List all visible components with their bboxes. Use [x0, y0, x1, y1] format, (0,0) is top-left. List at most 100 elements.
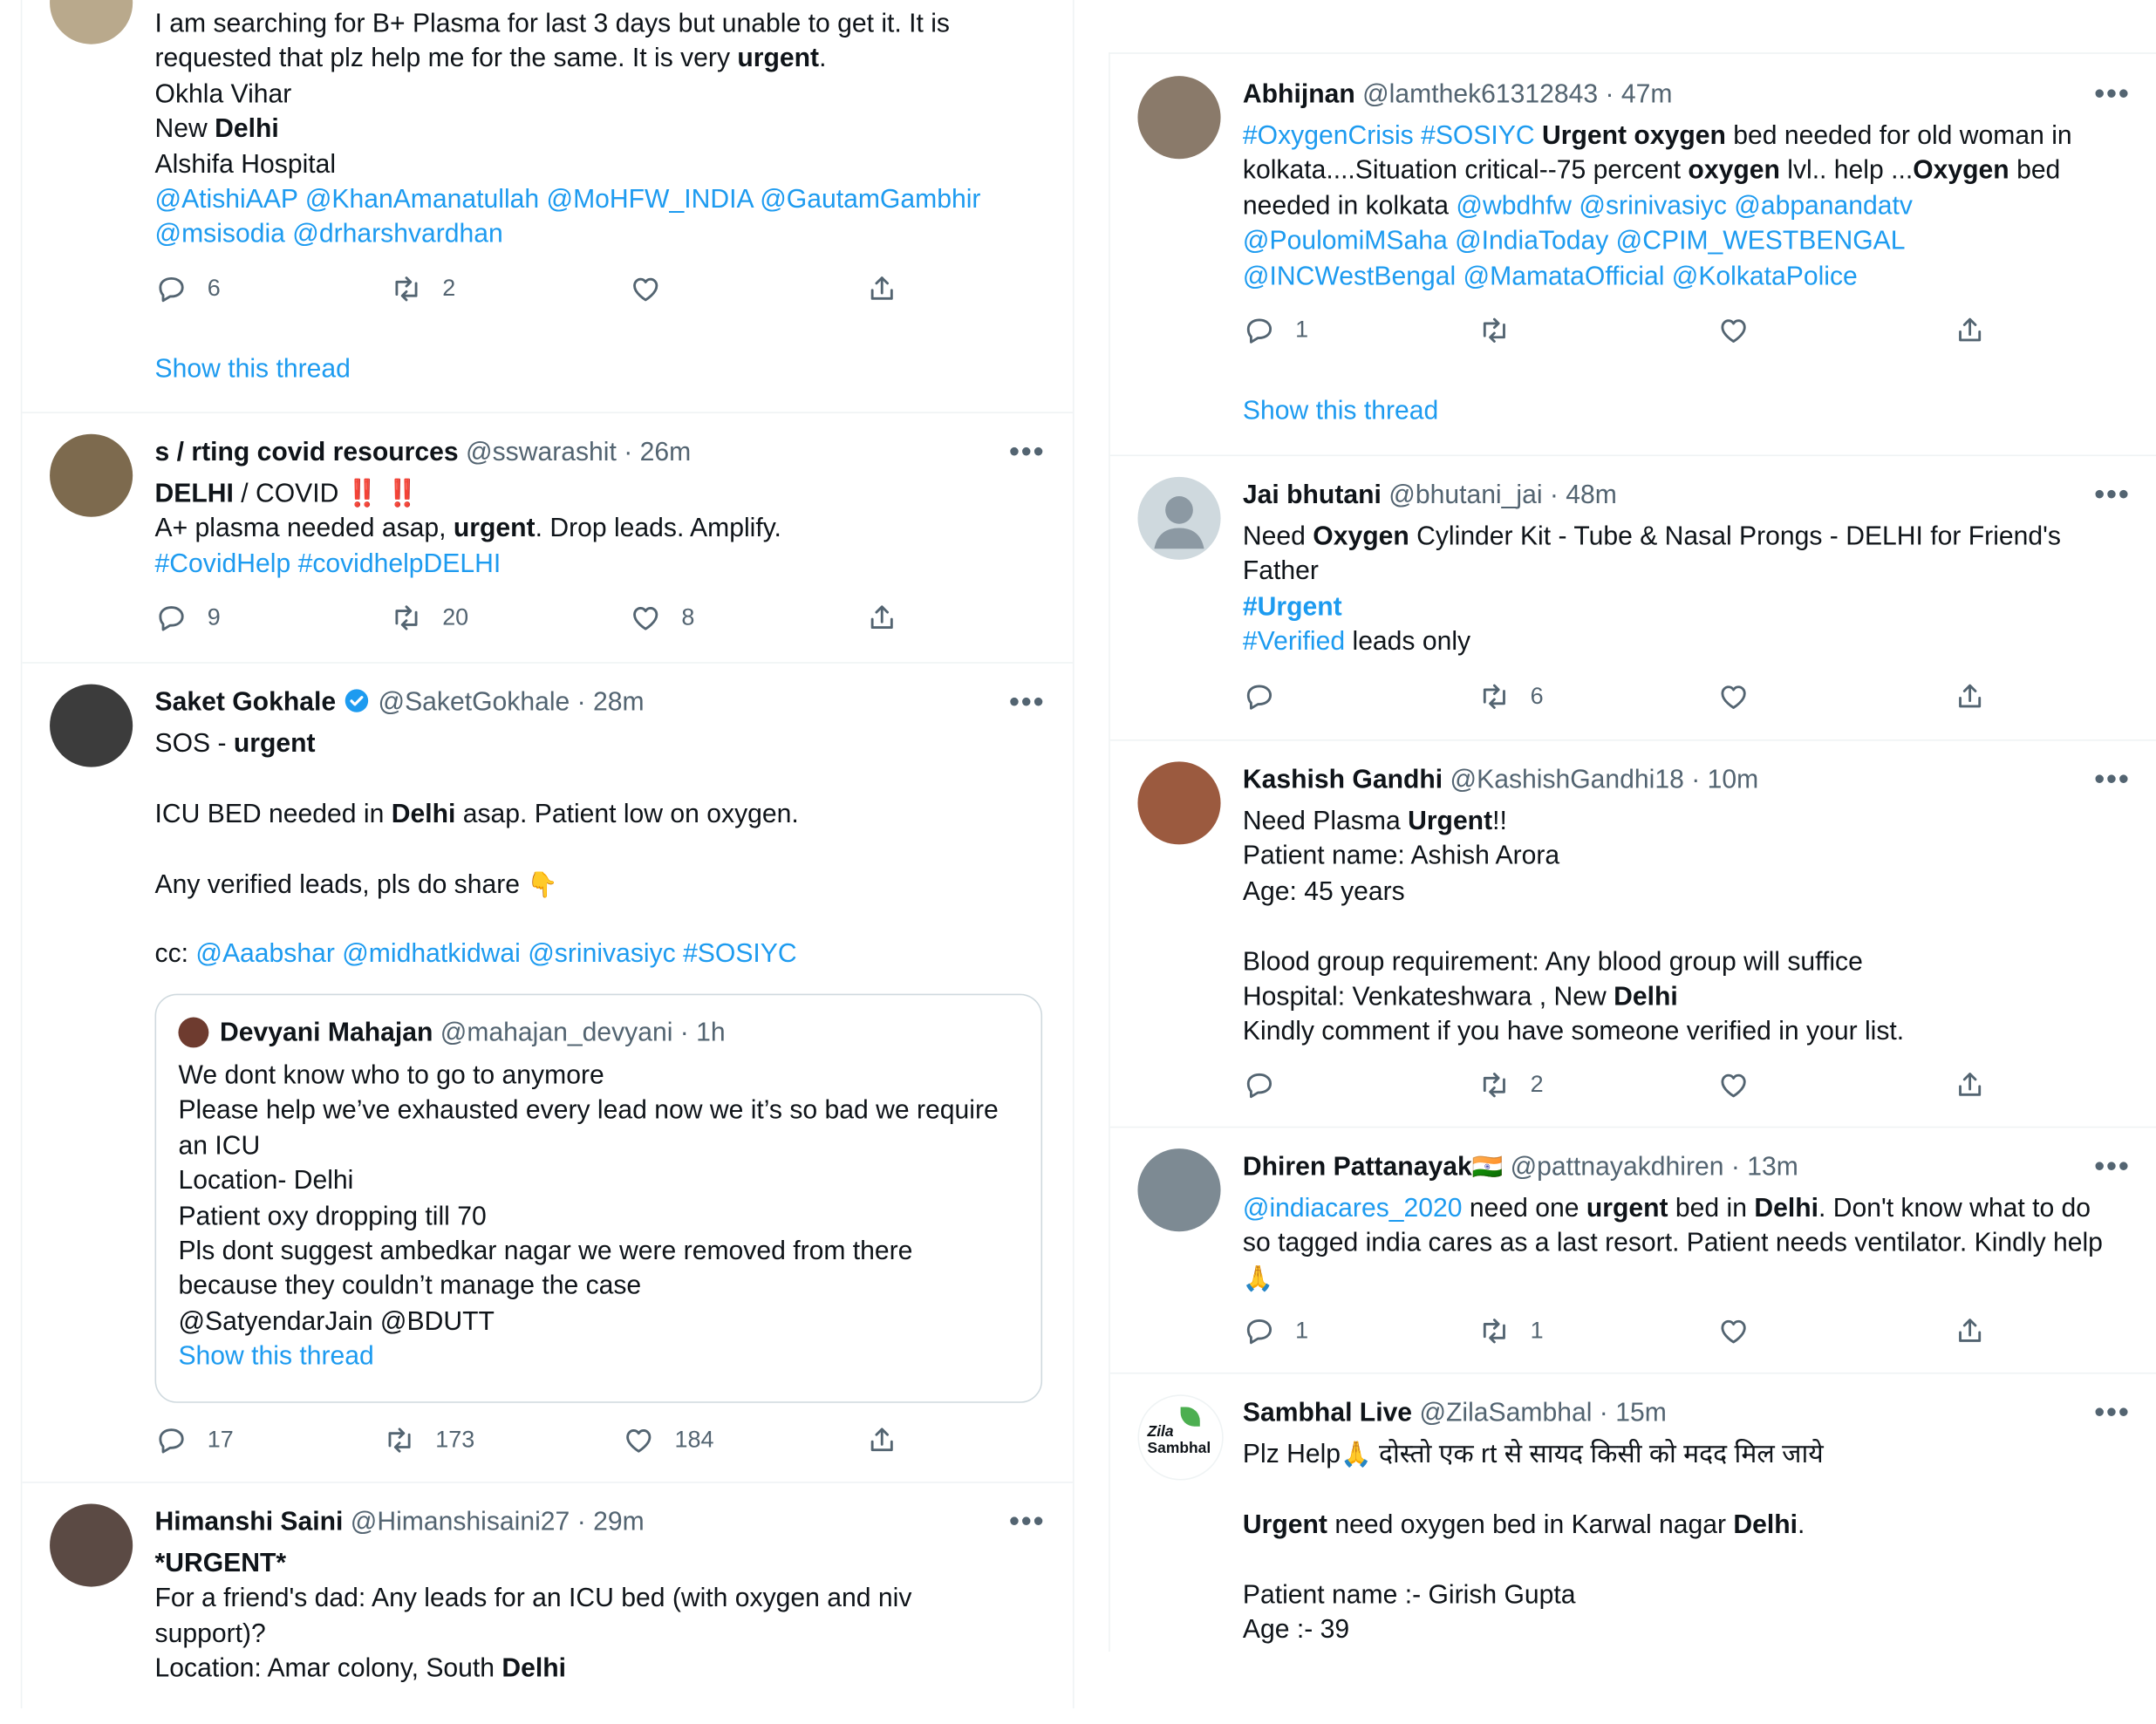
quoted-tweet-card[interactable]: Devyani Mahajan @mahajan_devyani · 1h We…: [154, 993, 1043, 1403]
timestamp[interactable]: · 29m: [577, 1508, 645, 1537]
like-button[interactable]: [1717, 1314, 1770, 1347]
retweet-button[interactable]: [1477, 314, 1530, 347]
tweet-content: Jai bhutani @bhutani_jai · 48m Need Oxyg…: [1243, 478, 2131, 660]
tweet[interactable]: ••• s / rting covid resources @sswarashi…: [22, 412, 1073, 664]
username[interactable]: @KashishGandhi18: [1450, 766, 1684, 794]
retweet-button[interactable]: 2: [1477, 1068, 1544, 1101]
tweet-text-line: cc: @Aaabshar @midhatkidwai @srinivasiyc…: [155, 937, 1046, 972]
mentions-link[interactable]: @AtishiAAP @KhanAmanatullah @MoHFW_INDIA…: [155, 182, 1046, 217]
reply-button[interactable]: 9: [155, 601, 221, 634]
tweet[interactable]: Zila Sambhal ••• Sambhal Live @ZilaSambh…: [1110, 1373, 2156, 1652]
timestamp[interactable]: · 48m: [1550, 481, 1617, 510]
like-button[interactable]: 8: [629, 601, 694, 634]
avatar[interactable]: [1137, 76, 1221, 160]
like-button[interactable]: [629, 272, 681, 305]
like-button[interactable]: [1717, 314, 1770, 347]
text: asap. Patient low on oxygen.: [455, 800, 799, 829]
share-button[interactable]: [865, 1424, 898, 1457]
share-button[interactable]: [1954, 680, 1987, 713]
mention-link[interactable]: @indiacares_2020: [1243, 1194, 1463, 1223]
quoted-avatar[interactable]: [178, 1017, 209, 1048]
text: Cylinder Kit - Tube & Nasal Prongs - DEL…: [1409, 522, 2061, 552]
tweet[interactable]: ••• Kashish Gandhi @KashishGandhi18 · 10…: [1109, 739, 2156, 1128]
avatar[interactable]: [50, 0, 133, 44]
share-button[interactable]: [865, 601, 898, 634]
share-button[interactable]: [865, 272, 898, 305]
quoted-display-name: Devyani Mahajan: [220, 1019, 433, 1048]
timestamp[interactable]: · 10m: [1691, 766, 1758, 794]
display-name[interactable]: Sambhal Live: [1243, 1399, 1412, 1428]
username[interactable]: @bhutani_jai: [1388, 481, 1542, 510]
reply-button[interactable]: [1243, 680, 1295, 713]
timestamp[interactable]: · 15m: [1600, 1399, 1667, 1428]
share-button[interactable]: [1954, 1314, 1987, 1347]
like-button[interactable]: 184: [622, 1424, 713, 1457]
show-thread-link[interactable]: Show this thread: [1243, 397, 1438, 427]
username[interactable]: @ZilaSambhal: [1419, 1399, 1592, 1428]
display-name[interactable]: Himanshi Saini: [155, 1508, 344, 1537]
show-thread-link[interactable]: Show this thread: [178, 1339, 998, 1374]
mentions-link[interactable]: @INCWestBengal @MamataOfficial @KolkataP…: [1243, 259, 2131, 294]
retweet-count: 20: [442, 603, 469, 630]
retweet-button[interactable]: 173: [383, 1424, 474, 1457]
mentions-link[interactable]: @PoulomiMSaha @IndiaToday @CPIM_WESTBENG…: [1243, 224, 2131, 259]
share-button[interactable]: [1954, 1068, 1987, 1101]
username[interactable]: @sswarashit: [466, 438, 617, 467]
hashtag-link[interactable]: #CovidHelp #covidhelpDELHI: [155, 547, 1046, 582]
share-button[interactable]: [1954, 314, 1987, 347]
retweet-button[interactable]: 6: [1477, 680, 1544, 713]
tweet-content: s / rting covid resources @sswarashit · …: [155, 435, 1046, 582]
avatar[interactable]: [1137, 1148, 1221, 1232]
mentions-link[interactable]: @Aaabshar @midhatkidwai @srinivasiyc #SO…: [195, 940, 796, 969]
tweet-text-line: Need Oxygen Cylinder Kit - Tube & Nasal …: [1243, 520, 2131, 555]
display-name[interactable]: Dhiren Pattanayak: [1243, 1153, 1472, 1182]
retweet-button[interactable]: 2: [390, 272, 455, 305]
avatar[interactable]: [50, 684, 133, 767]
display-name[interactable]: Abhijnan: [1243, 80, 1355, 109]
retweet-icon: [395, 276, 418, 302]
hashtag-link[interactable]: #OxygenCrisis #SOSIYC: [1243, 121, 1542, 150]
display-name[interactable]: Jai bhutani: [1243, 481, 1382, 510]
tweet[interactable]: ••• Himanshi Saini @Himanshisaini27 · 29…: [22, 1482, 1073, 1708]
tweet[interactable]: ••• Jai bhutani @bhutani_jai · 48m Need …: [1109, 454, 2156, 741]
avatar[interactable]: [50, 433, 133, 517]
quoted-text-line: an ICU: [178, 1131, 261, 1162]
reply-button[interactable]: 6: [155, 272, 221, 305]
tweet[interactable]: ••• Dhiren Pattanayak🇮🇳 @pattnayakdhiren…: [1109, 1127, 2156, 1374]
timestamp[interactable]: · 26m: [624, 438, 691, 467]
avatar[interactable]: Zila Sambhal: [1137, 1394, 1224, 1481]
hashtag-link[interactable]: #Verified: [1243, 628, 1345, 657]
retweet-button[interactable]: 20: [390, 601, 468, 634]
like-button[interactable]: [1717, 680, 1770, 713]
tweet[interactable]: ••• Saket Gokhale @SaketGokhale · 28m SO…: [22, 662, 1073, 1483]
display-name[interactable]: Kashish Gandhi: [1243, 766, 1443, 794]
reply-button[interactable]: [1243, 1068, 1295, 1101]
username[interactable]: @Himanshisaini27: [351, 1508, 570, 1537]
like-button[interactable]: [1717, 1068, 1770, 1101]
tweet-text-line: SOS - urgent: [155, 727, 1046, 762]
timestamp[interactable]: · 47m: [1606, 80, 1673, 109]
retweet-button[interactable]: 1: [1477, 1314, 1544, 1347]
mentions-link[interactable]: @wbdhfw @srinivasiyc @abpanandatv: [1456, 192, 1913, 221]
hashtag-link[interactable]: #Urgent: [1243, 589, 2131, 624]
display-name[interactable]: s / rting covid resources: [155, 438, 459, 467]
timestamp[interactable]: · 28m: [577, 688, 645, 717]
mentions-link[interactable]: @msisodia @drharshvardhan: [155, 218, 1046, 253]
tweet[interactable]: I am searching for B+ Plasma for last 3 …: [22, 0, 1073, 413]
tweet-text: DELHI / COVID ‼️ ‼️ A+ plasma needed asa…: [155, 477, 1046, 583]
tweet[interactable]: ••• Abhijnan @lamthek61312843 · 47m #Oxy…: [1109, 54, 2156, 457]
tweet-text-line: support)?: [154, 1619, 266, 1649]
reply-button[interactable]: 1: [1243, 314, 1308, 347]
username[interactable]: @SaketGokhale: [379, 688, 570, 717]
tweet-text-line: DELHI / COVID ‼️ ‼️: [155, 477, 1046, 512]
timestamp[interactable]: · 13m: [1731, 1153, 1798, 1182]
reply-button[interactable]: 17: [155, 1424, 234, 1457]
display-name[interactable]: Saket Gokhale: [155, 688, 337, 717]
avatar[interactable]: [50, 1503, 133, 1587]
default-avatar[interactable]: [1137, 476, 1221, 560]
avatar[interactable]: [1137, 761, 1221, 845]
reply-button[interactable]: 1: [1243, 1314, 1308, 1347]
username[interactable]: @lamthek61312843: [1362, 80, 1598, 109]
username[interactable]: @pattnayakdhiren: [1511, 1153, 1724, 1182]
show-thread-link[interactable]: Show this thread: [155, 355, 351, 385]
